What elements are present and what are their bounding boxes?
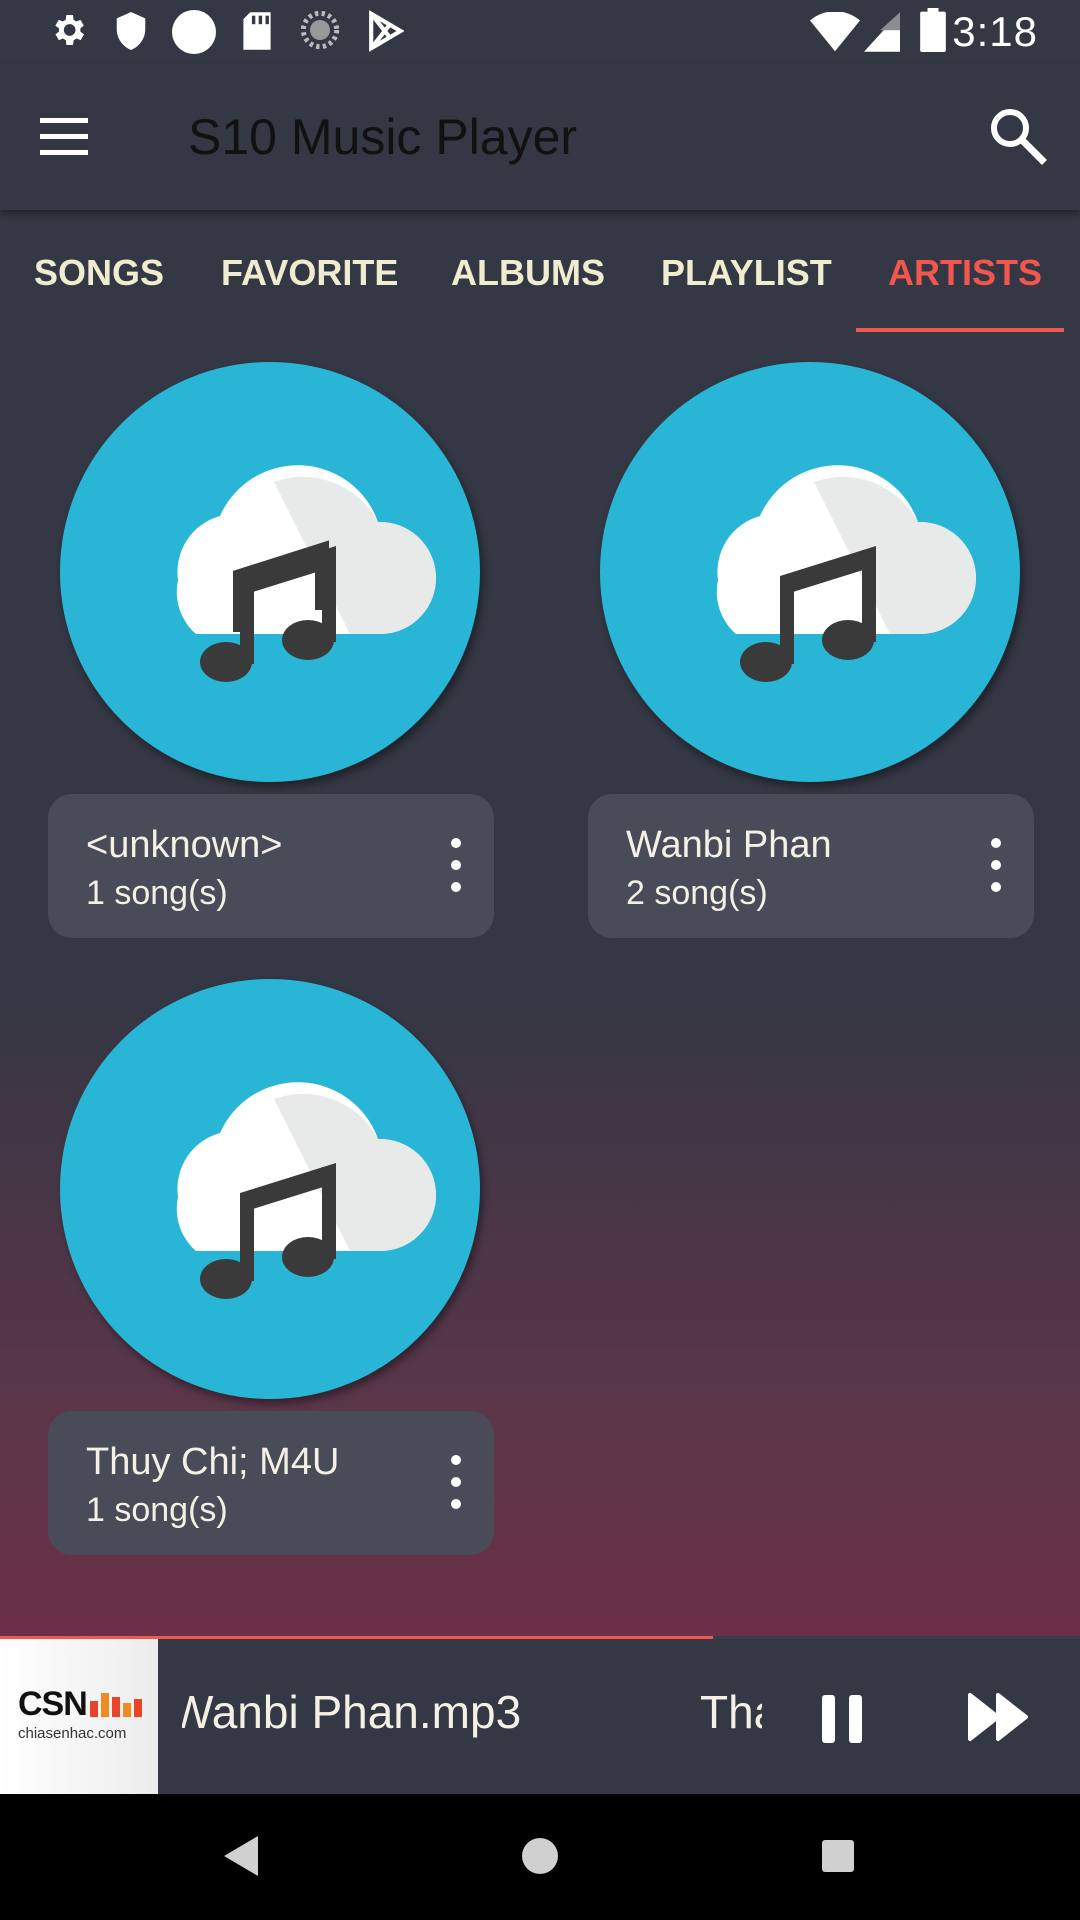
now-playing-thumbnail[interactable]: CSN chiasenhac.com bbox=[0, 1639, 158, 1794]
tab-indicator bbox=[856, 328, 1064, 332]
artist-name: <unknown> bbox=[86, 824, 283, 866]
clock: 3:18 bbox=[952, 8, 1038, 55]
search-icon[interactable] bbox=[986, 104, 1050, 168]
artist-cover[interactable] bbox=[60, 362, 480, 782]
shield-icon bbox=[116, 12, 146, 50]
artist-cover[interactable] bbox=[600, 362, 1020, 782]
back-icon[interactable] bbox=[222, 1834, 260, 1878]
pause-icon[interactable] bbox=[818, 1693, 866, 1745]
recents-icon[interactable] bbox=[820, 1834, 856, 1878]
cloud-music-icon bbox=[176, 1082, 437, 1299]
artist-info[interactable]: Thuy Chi; M4U 1 song(s) bbox=[48, 1411, 494, 1555]
fast-forward-icon[interactable] bbox=[968, 1691, 1030, 1743]
now-playing-title: Wanbi Phan.mp3 bbox=[182, 1686, 522, 1738]
thumbnail-site: chiasenhac.com bbox=[18, 1725, 127, 1742]
gear-icon bbox=[55, 15, 84, 45]
wifi-icon bbox=[810, 12, 860, 52]
circle-icon bbox=[172, 10, 216, 54]
artist-info[interactable]: Wanbi Phan 2 song(s) bbox=[588, 794, 1034, 938]
tab-songs[interactable]: SONGS bbox=[34, 252, 164, 293]
now-playing-title-next: Tha bbox=[700, 1686, 762, 1738]
artist-info[interactable]: <unknown> 1 song(s) bbox=[48, 794, 494, 938]
cloud-music-icon bbox=[176, 465, 437, 682]
tab-artists[interactable]: ARTISTS bbox=[888, 252, 1042, 293]
navigation-bar bbox=[0, 1794, 1080, 1920]
now-playing-title-marquee[interactable]: Wanbi Phan.mp3 Tha bbox=[182, 1679, 762, 1749]
play-store-icon bbox=[369, 10, 404, 52]
artist-name: Wanbi Phan bbox=[626, 824, 832, 866]
cloud-music-icon bbox=[716, 465, 977, 682]
hamburger-menu-icon[interactable] bbox=[40, 110, 100, 166]
screen: 3:18 S10 Music Player SONGS FAVORITE ALB… bbox=[0, 0, 1080, 1920]
home-icon[interactable] bbox=[520, 1834, 560, 1878]
tab-favorite[interactable]: FAVORITE bbox=[221, 252, 398, 293]
artist-name: Thuy Chi; M4U bbox=[86, 1441, 340, 1483]
sync-icon bbox=[300, 10, 340, 50]
more-options-icon[interactable] bbox=[446, 838, 466, 894]
tab-playlist[interactable]: PLAYLIST bbox=[661, 252, 832, 293]
tab-albums[interactable]: ALBUMS bbox=[451, 252, 605, 293]
status-bar: 3:18 bbox=[0, 0, 1080, 64]
sd-card-icon bbox=[243, 12, 271, 50]
battery-icon bbox=[920, 8, 946, 52]
thumbnail-logo: CSN bbox=[18, 1685, 88, 1723]
artist-song-count: 1 song(s) bbox=[86, 1491, 228, 1529]
tab-bar: SONGS FAVORITE ALBUMS PLAYLIST ARTISTS bbox=[0, 212, 1080, 334]
equalizer-logo-icon bbox=[90, 1693, 142, 1717]
signal-icon bbox=[864, 12, 900, 52]
artist-song-count: 2 song(s) bbox=[626, 874, 768, 912]
artist-song-count: 1 song(s) bbox=[86, 874, 228, 912]
artist-cover[interactable] bbox=[60, 979, 480, 1399]
more-options-icon[interactable] bbox=[986, 838, 1006, 894]
now-playing-bar[interactable]: CSN chiasenhac.com Wanbi Phan.mp3 Tha bbox=[0, 1639, 1080, 1794]
app-title: S10 Music Player bbox=[188, 109, 578, 165]
more-options-icon[interactable] bbox=[446, 1455, 466, 1511]
toolbar: S10 Music Player bbox=[0, 64, 1080, 210]
